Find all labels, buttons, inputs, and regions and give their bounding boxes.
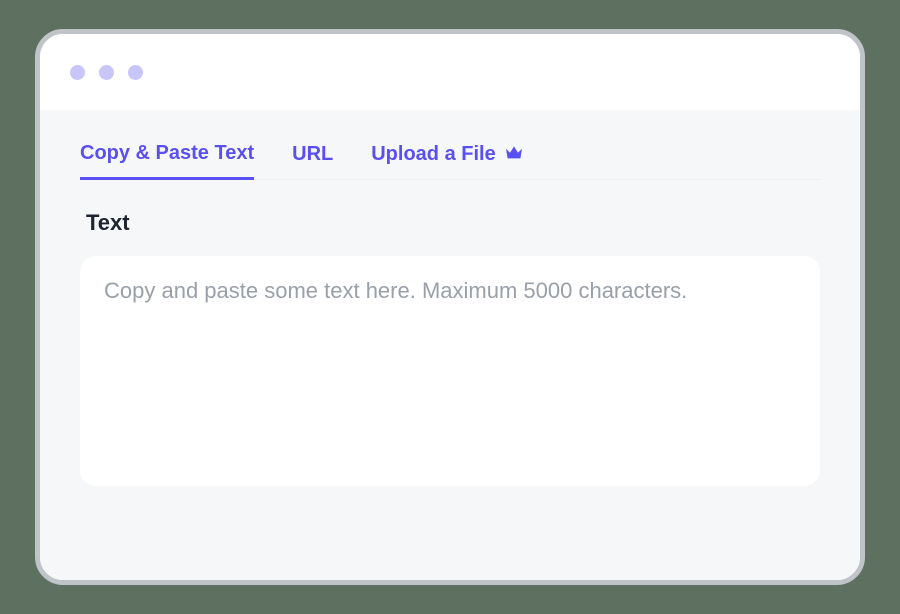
textarea-container	[80, 256, 820, 486]
crown-icon	[504, 143, 524, 166]
app-window: Copy & Paste Text URL Upload a File Text	[35, 29, 865, 585]
content-area: Copy & Paste Text URL Upload a File Text	[40, 110, 860, 580]
tab-label: URL	[292, 143, 333, 166]
text-input[interactable]	[104, 278, 796, 330]
tab-upload-file[interactable]: Upload a File	[371, 142, 523, 179]
tab-copy-paste-text[interactable]: Copy & Paste Text	[80, 142, 254, 180]
window-titlebar	[40, 34, 860, 110]
window-control-dot[interactable]	[99, 65, 114, 80]
tab-bar: Copy & Paste Text URL Upload a File	[80, 142, 820, 180]
tab-url[interactable]: URL	[292, 142, 333, 179]
tab-label: Upload a File	[371, 143, 495, 166]
section-label: Text	[86, 210, 820, 236]
window-control-dot[interactable]	[128, 65, 143, 80]
window-control-dot[interactable]	[70, 65, 85, 80]
tab-label: Copy & Paste Text	[80, 142, 254, 165]
